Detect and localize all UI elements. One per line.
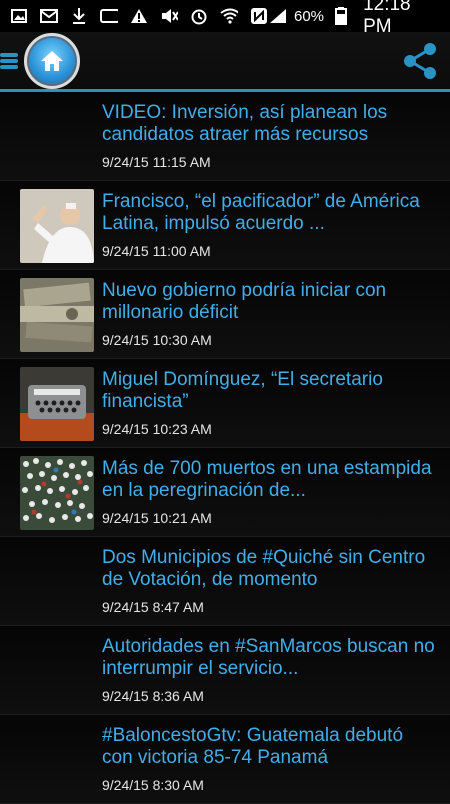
list-item[interactable]: Dos Municipios de #Quiché sin Centro de … (0, 537, 450, 626)
list-item[interactable]: Miguel Domínguez, “El secretario financi… (0, 359, 450, 448)
wifi-icon (220, 7, 238, 25)
article-list: VIDEO: Inversión, así planean los candid… (0, 92, 450, 804)
nfc-icon (250, 7, 268, 25)
article-date: 9/24/15 8:36 AM (102, 688, 204, 704)
share-icon (404, 42, 436, 79)
article-title: Nuevo gobierno podría iniciar con millon… (102, 280, 387, 323)
share-button[interactable] (398, 39, 442, 83)
battery-saver-icon (100, 7, 118, 25)
mute-icon (160, 7, 178, 25)
signal-icon (268, 7, 286, 25)
battery-icon (332, 7, 349, 25)
app-bar (0, 32, 450, 92)
battery-percent: 60% (294, 7, 325, 25)
article-date: 9/24/15 8:30 AM (102, 777, 204, 793)
list-item[interactable]: Más de 700 muertos en una estampida en l… (0, 448, 450, 537)
article-title: Miguel Domínguez, “El secretario financi… (102, 369, 383, 412)
mail-icon (40, 7, 58, 25)
article-date: 9/24/15 10:21 AM (102, 510, 212, 526)
article-title: Dos Municipios de #Quiché sin Centro de … (102, 547, 426, 590)
article-thumbnail (20, 545, 94, 619)
home-icon (41, 50, 63, 71)
alarm-icon (190, 7, 208, 25)
article-thumbnail (20, 100, 94, 174)
list-item[interactable]: VIDEO: Inversión, así planean los candid… (0, 92, 450, 181)
article-thumbnail (20, 367, 94, 441)
list-item[interactable]: Autoridades en #SanMarcos buscan no inte… (0, 626, 450, 715)
article-thumbnail (20, 723, 94, 797)
article-title: Autoridades en #SanMarcos buscan no inte… (102, 636, 435, 679)
article-date: 9/24/15 8:47 AM (102, 599, 204, 615)
clock: 12:18 PM (363, 0, 411, 37)
image-icon (10, 7, 28, 25)
article-thumbnail (20, 456, 94, 530)
article-thumbnail (20, 189, 94, 263)
article-title: VIDEO: Inversión, así planean los candid… (102, 102, 388, 145)
article-title: Más de 700 muertos en una estampida en l… (102, 458, 432, 501)
home-button[interactable] (24, 32, 80, 89)
download-icon (70, 7, 88, 25)
warning-icon (130, 7, 148, 25)
article-title: #BaloncestoGtv: Guatemala debutó con vic… (102, 725, 404, 768)
status-bar: 60% 12:18 PM (0, 0, 450, 37)
article-thumbnail (20, 278, 94, 352)
article-date: 9/24/15 11:15 AM (102, 154, 211, 170)
list-item[interactable]: Francisco, “el pacificador” de América L… (0, 181, 450, 270)
menu-icon[interactable] (0, 49, 18, 73)
article-thumbnail (20, 634, 94, 708)
article-date: 9/24/15 10:23 AM (102, 421, 212, 437)
list-item[interactable]: Nuevo gobierno podría iniciar con millon… (0, 270, 450, 359)
article-date: 9/24/15 11:00 AM (102, 243, 211, 259)
article-date: 9/24/15 10:30 AM (102, 332, 212, 348)
list-item[interactable]: #BaloncestoGtv: Guatemala debutó con vic… (0, 715, 450, 804)
article-title: Francisco, “el pacificador” de América L… (102, 191, 420, 234)
